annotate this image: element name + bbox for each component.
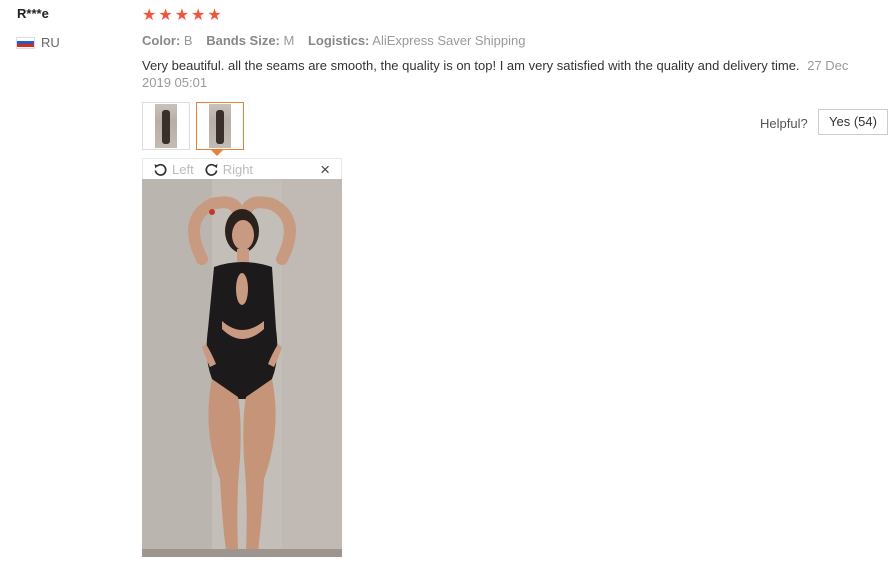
review-photo-enlarged (142, 179, 342, 557)
star-rating: ★ ★ ★ ★ ★ (142, 8, 222, 24)
star-icon: ★ (174, 7, 190, 24)
rotate-right-label: Right (222, 161, 254, 177)
review-photo-image (142, 179, 342, 557)
rotate-left-icon (154, 163, 167, 176)
thumbnail-image (155, 104, 177, 148)
rotate-right-button[interactable]: Right (204, 162, 253, 177)
review-body: Very beautiful. all the seams are smooth… (142, 57, 872, 91)
logistics-label: Logistics: (307, 33, 370, 48)
star-icon: ★ (191, 7, 206, 24)
product-attributes: Color: B Bands Size: M Logistics: AliExp… (142, 33, 536, 48)
star-icon: ★ (158, 7, 173, 24)
reviewer-country: RU (16, 35, 60, 50)
review-thumbnails (142, 102, 244, 150)
review-text: Very beautiful. all the seams are smooth… (142, 58, 800, 73)
thumbnail-image (209, 104, 231, 148)
bands-size-value: M (283, 33, 295, 48)
review-photo-thumbnail-2[interactable] (196, 102, 244, 150)
reviewer-name: R***e (17, 6, 49, 21)
russia-flag-icon (16, 36, 35, 49)
rotate-right-icon (205, 163, 218, 176)
rotate-left-label: Left (172, 161, 194, 177)
color-value: B (183, 33, 193, 48)
close-icon[interactable]: × (320, 160, 330, 180)
image-viewer-toolbar: Left Right × (142, 158, 342, 179)
color-label: Color: (142, 33, 181, 48)
helpful-yes-button[interactable]: Yes (54) (818, 109, 888, 135)
logistics-value: AliExpress Saver Shipping (372, 33, 526, 48)
selected-thumbnail-caret (211, 150, 223, 156)
helpful-label: Helpful? (760, 116, 808, 131)
review-photo-thumbnail-1[interactable] (142, 102, 190, 150)
rotate-left-button[interactable]: Left (153, 162, 194, 177)
country-code: RU (41, 35, 60, 50)
star-icon: ★ (207, 7, 222, 24)
bands-size-label: Bands Size: (206, 33, 280, 48)
star-icon: ★ (142, 7, 157, 24)
